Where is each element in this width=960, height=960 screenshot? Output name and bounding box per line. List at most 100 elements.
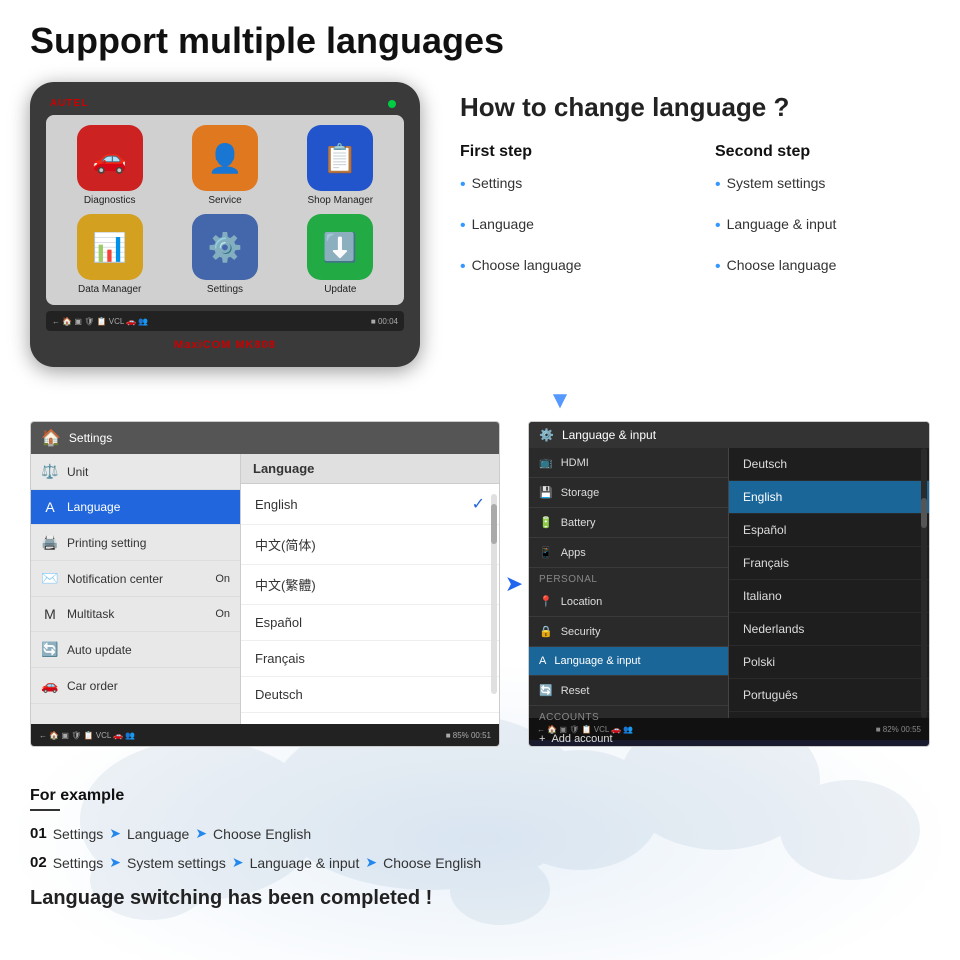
location-label: Location	[561, 596, 603, 608]
check-icon: ✓	[472, 494, 485, 514]
left-ss-title: Settings	[69, 431, 112, 445]
sidebar-item-multitask-label: Multitask	[67, 607, 114, 621]
settings-icon: ⚙️	[192, 214, 258, 280]
step-2-part-1: Settings	[53, 855, 104, 871]
lang-espanol[interactable]: Español	[241, 605, 499, 641]
second-step-label-3: Choose language	[727, 257, 837, 273]
right-lang-francais[interactable]: Français	[729, 547, 929, 580]
sidebar-item-unit-label: Unit	[67, 465, 88, 479]
sidebar-item-unit[interactable]: ⚖️ Unit	[31, 454, 240, 490]
sidebar-item-multitask[interactable]: M Multitask On	[31, 597, 240, 632]
right-sidebar-location[interactable]: 📍 Location	[529, 587, 728, 617]
arrow-right-icon: ➤	[504, 421, 524, 747]
instructions-panel: How to change language ? First step • Se…	[460, 82, 930, 299]
right-sidebar-apps[interactable]: 📱 Apps	[529, 538, 728, 568]
sidebar-item-carorder[interactable]: 🚗 Car order	[31, 668, 240, 704]
right-lang-espanol[interactable]: Español	[729, 514, 929, 547]
first-step-item-3: • Choose language	[460, 257, 675, 276]
autoupdate-icon: 🔄	[41, 641, 59, 658]
right-ss-title: Language & input	[562, 428, 656, 442]
left-scrollbar[interactable]	[491, 494, 497, 694]
device-screen: 🚗 Diagnostics 👤 Service 📋 Shop Manager 📊…	[46, 115, 404, 305]
sidebar-item-autoupdate[interactable]: 🔄 Auto update	[31, 632, 240, 668]
right-lang-deutsch[interactable]: Deutsch	[729, 448, 929, 481]
arrow-down-icon: ▼	[190, 387, 930, 415]
right-lang-portugues[interactable]: Português	[729, 679, 929, 712]
device-outer: AUTEL 🚗 Diagnostics 👤 Service 📋 Shop Man…	[30, 82, 420, 367]
bullet-icon: •	[460, 175, 466, 194]
device-brand: AUTEL	[46, 98, 404, 109]
lang-chinese-traditional[interactable]: 中文(繁體)	[241, 565, 499, 605]
right-sidebar-hdmi[interactable]: 📺 HDMI	[529, 448, 728, 478]
add-icon: +	[539, 733, 545, 745]
lang-english-label: English	[255, 497, 298, 512]
bullet-icon: •	[715, 257, 721, 276]
storage-label: Storage	[561, 487, 600, 499]
right-lang-english[interactable]: English	[729, 481, 929, 514]
lang-chinese-simplified[interactable]: 中文(简体)	[241, 525, 499, 565]
gear-icon: ⚙️	[539, 428, 554, 442]
example-section: For example 01 Settings ➤ Language ➤ Cho…	[0, 787, 960, 910]
lang-deutsch-label: Deutsch	[255, 687, 303, 702]
right-sidebar-storage[interactable]: 💾 Storage	[529, 478, 728, 508]
bullet-icon: •	[460, 257, 466, 276]
app-data-manager: 📊 Data Manager	[56, 214, 163, 295]
lang-francais-label: Français	[255, 651, 305, 666]
lang-english[interactable]: English ✓	[241, 484, 499, 525]
left-ss-statusbar: ← 🏠 ▣ 🛡 📋 VCL 🚗 👥 ■ 85% 00:51	[31, 724, 499, 746]
example-step-1: 01 Settings ➤ Language ➤ Choose English	[30, 825, 930, 842]
left-ss-sidebar: ⚖️ Unit A Language 🖨️ Printing setting ✉…	[31, 454, 241, 724]
first-step-label-1: Settings	[472, 175, 523, 191]
right-status-nav: ← 🏠 ▣ 🛡 📋 VCL 🚗 👥	[537, 725, 633, 734]
right-lang-italiano[interactable]: Italiano	[729, 580, 929, 613]
right-sidebar-security[interactable]: 🔒 Security	[529, 617, 728, 647]
apps-label: Apps	[561, 547, 586, 559]
second-step-item-2: • Language & input	[715, 216, 930, 235]
printing-icon: 🖨️	[41, 534, 59, 551]
device-power-indicator	[388, 100, 396, 108]
lang-deutsch[interactable]: Deutsch	[241, 677, 499, 713]
arrow-icon: ➤	[365, 854, 377, 871]
right-lang-nederlands[interactable]: Nederlands	[729, 613, 929, 646]
lang-francais[interactable]: Français	[241, 641, 499, 677]
first-step-item-2: • Language	[460, 216, 675, 235]
right-sidebar-battery[interactable]: 🔋 Battery	[529, 508, 728, 538]
language-input-label: Language & input	[554, 655, 640, 667]
first-step-label-2: Language	[472, 216, 534, 232]
sidebar-item-notification[interactable]: ✉️ Notification center On	[31, 561, 240, 597]
language-icon: A	[41, 499, 59, 515]
personal-section: PERSONAL	[529, 568, 728, 587]
app-diagnostics: 🚗 Diagnostics	[56, 125, 163, 206]
left-ss-header: 🏠 Settings	[31, 422, 499, 454]
multitask-on: On	[215, 608, 230, 620]
right-sidebar-language-input[interactable]: A Language & input	[529, 647, 728, 676]
security-label: Security	[561, 626, 601, 638]
left-status-time: ■ 85% 00:51	[446, 731, 491, 740]
right-scrollbar[interactable]	[921, 448, 927, 718]
top-section: AUTEL 🚗 Diagnostics 👤 Service 📋 Shop Man…	[30, 82, 930, 367]
step-2-part-2: System settings	[127, 855, 226, 871]
location-icon: 📍	[539, 595, 553, 608]
language-header: Language	[241, 454, 499, 484]
bullet-icon: •	[715, 216, 721, 235]
device-mockup: AUTEL 🚗 Diagnostics 👤 Service 📋 Shop Man…	[30, 82, 420, 367]
sidebar-item-printing[interactable]: 🖨️ Printing setting	[31, 525, 240, 561]
right-sidebar-reset[interactable]: 🔄 Reset	[529, 676, 728, 706]
arrow-icon: ➤	[109, 825, 121, 842]
sidebar-item-language[interactable]: A Language	[31, 490, 240, 525]
right-lang-polski[interactable]: Polski	[729, 646, 929, 679]
home-icon: 🏠	[41, 428, 61, 448]
sidebar-item-printing-label: Printing setting	[67, 536, 146, 550]
service-label: Service	[208, 195, 241, 206]
instructions-title: How to change language ?	[460, 92, 930, 123]
lang-chinese-simplified-label: 中文(简体)	[255, 535, 316, 554]
second-step-item-1: • System settings	[715, 175, 930, 194]
left-screenshot: 🏠 Settings ⚖️ Unit A Language 🖨️	[30, 421, 500, 747]
hdmi-label: HDMI	[561, 457, 589, 469]
multitask-icon: M	[41, 606, 59, 622]
shop-manager-label: Shop Manager	[308, 195, 374, 206]
language-input-icon: A	[539, 655, 546, 667]
example-step-2: 02 Settings ➤ System settings ➤ Language…	[30, 854, 930, 871]
right-screenshot: ⚙️ Language & input 📺 HDMI 💾 Storage 🔋	[528, 421, 930, 747]
right-status-time: ■ 82% 00:55	[876, 725, 921, 734]
